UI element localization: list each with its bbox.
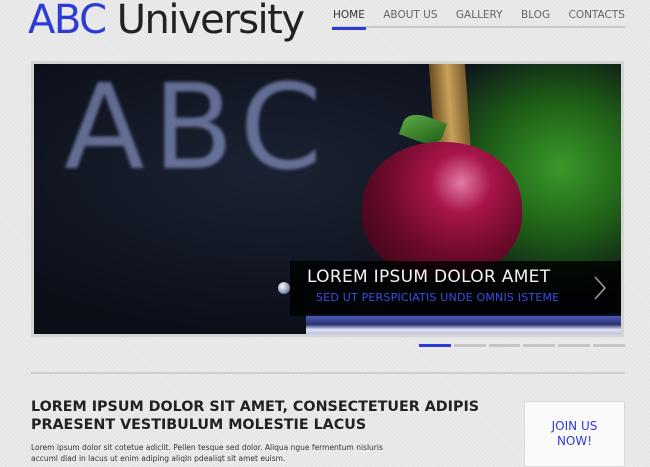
pager-dot[interactable] — [419, 344, 451, 347]
pager-dot[interactable] — [488, 344, 521, 347]
slider-pager — [419, 344, 625, 348]
pager-dot[interactable] — [523, 344, 556, 347]
site-logo[interactable]: ABC University — [28, 0, 305, 43]
join-us-button[interactable]: JOIN US NOW! — [524, 401, 625, 467]
nav-item-about-us[interactable]: ABOUT US — [383, 0, 437, 28]
hero-slider[interactable]: ABC LOREM IPSUM DOLOR AMET SED UT PERSPI… — [31, 61, 624, 337]
nav-item-home[interactable]: HOME — [332, 0, 366, 30]
pager-dot[interactable] — [453, 344, 486, 347]
caption-title: LOREM IPSUM DOLOR AMET — [307, 267, 551, 287]
pager-dot[interactable] — [593, 344, 625, 347]
chalkboard-lettering: ABC — [64, 61, 330, 196]
section-divider — [31, 372, 625, 374]
logo-brand: ABC — [28, 0, 107, 43]
nav-item-contacts[interactable]: CONTACTS — [568, 0, 624, 28]
logo-text: University — [105, 0, 305, 43]
section-heading: LOREM IPSUM DOLOR SIT AMET, CONSECTETUER… — [31, 399, 480, 433]
nav-item-blog[interactable]: BLOG — [521, 0, 550, 28]
caption-subtitle: SED UT PERSPICIATIS UNDE OMNIS ISTEME — [316, 291, 560, 304]
section-body-text: Lorem ipsum dolor sit cotetue adiclit. P… — [31, 443, 383, 463]
nav-item-gallery[interactable]: GALLERY — [456, 0, 503, 28]
slide-caption: LOREM IPSUM DOLOR AMET SED UT PERSPICIAT… — [290, 261, 621, 316]
pin-shape — [278, 282, 290, 294]
main-nav: HOME ABOUT US GALLERY BLOG CONTACTS — [332, 0, 625, 30]
apple-shape — [362, 142, 522, 277]
chevron-right-icon[interactable] — [590, 273, 610, 303]
books-shape — [306, 314, 621, 334]
pager-dot[interactable] — [558, 344, 591, 347]
